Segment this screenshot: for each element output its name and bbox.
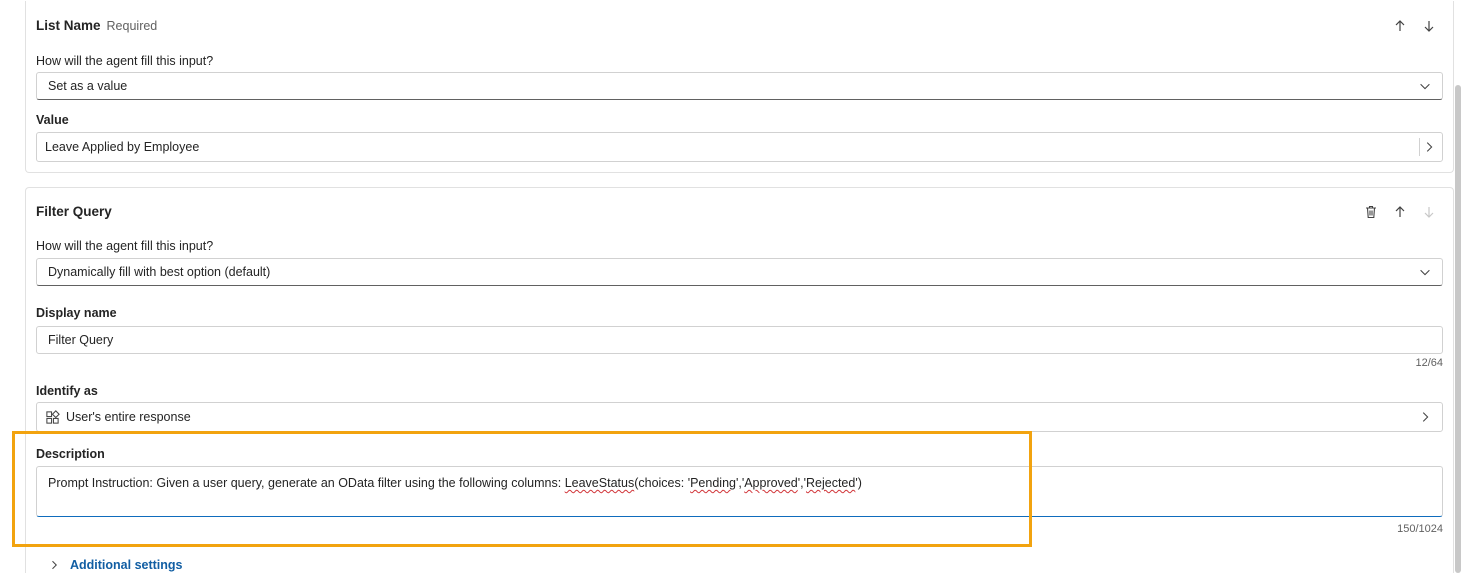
display-name-label: Display name: [36, 306, 117, 320]
identify-as-selector[interactable]: User's entire response: [36, 402, 1443, 432]
filter-fill-value: Dynamically fill with best option (defau…: [48, 265, 271, 279]
move-down-icon[interactable]: [1421, 18, 1437, 34]
value-separator: [1419, 138, 1420, 156]
identify-as-value: User's entire response: [66, 410, 191, 424]
move-up-icon[interactable]: [1392, 18, 1408, 34]
display-name-counter: 12/64: [1415, 357, 1443, 369]
filter-query-title: Filter Query: [36, 204, 112, 219]
display-name-input[interactable]: Filter Query: [36, 326, 1443, 354]
filter-fill-dropdown[interactable]: Dynamically fill with best option (defau…: [36, 258, 1443, 286]
delete-icon[interactable]: [1363, 204, 1379, 220]
filter-fill-label: How will the agent fill this input?: [36, 239, 214, 253]
required-tag: Required: [106, 19, 158, 33]
chevron-right-icon[interactable]: [1422, 140, 1436, 154]
list-name-fill-dropdown[interactable]: Set as a value: [36, 72, 1443, 100]
move-down-icon: [1424, 207, 1434, 218]
chevron-right-icon: [1422, 412, 1429, 422]
identify-as-label: Identify as: [36, 384, 98, 398]
move-up-icon[interactable]: [1392, 204, 1408, 220]
value-input[interactable]: Leave Applied by Employee: [36, 132, 1443, 162]
description-counter: 150/1024: [1397, 523, 1443, 535]
value-label: Value: [36, 113, 69, 127]
additional-settings-label: Additional settings: [70, 558, 183, 572]
chevron-right-icon: [52, 560, 57, 570]
list-name-fill-label: How will the agent fill this input?: [36, 54, 214, 68]
chevron-down-icon: [1420, 269, 1430, 276]
list-name-fill-value: Set as a value: [48, 79, 128, 93]
scrollbar[interactable]: [1455, 85, 1461, 573]
list-name-title: List Name Required: [36, 18, 158, 33]
value-text: Leave Applied by Employee: [45, 140, 200, 154]
display-name-value: Filter Query: [48, 333, 114, 347]
highlight-box: [12, 431, 1032, 547]
chevron-down-icon: [1420, 83, 1430, 90]
additional-settings-toggle[interactable]: Additional settings: [48, 558, 183, 572]
entity-icon: [46, 409, 60, 424]
